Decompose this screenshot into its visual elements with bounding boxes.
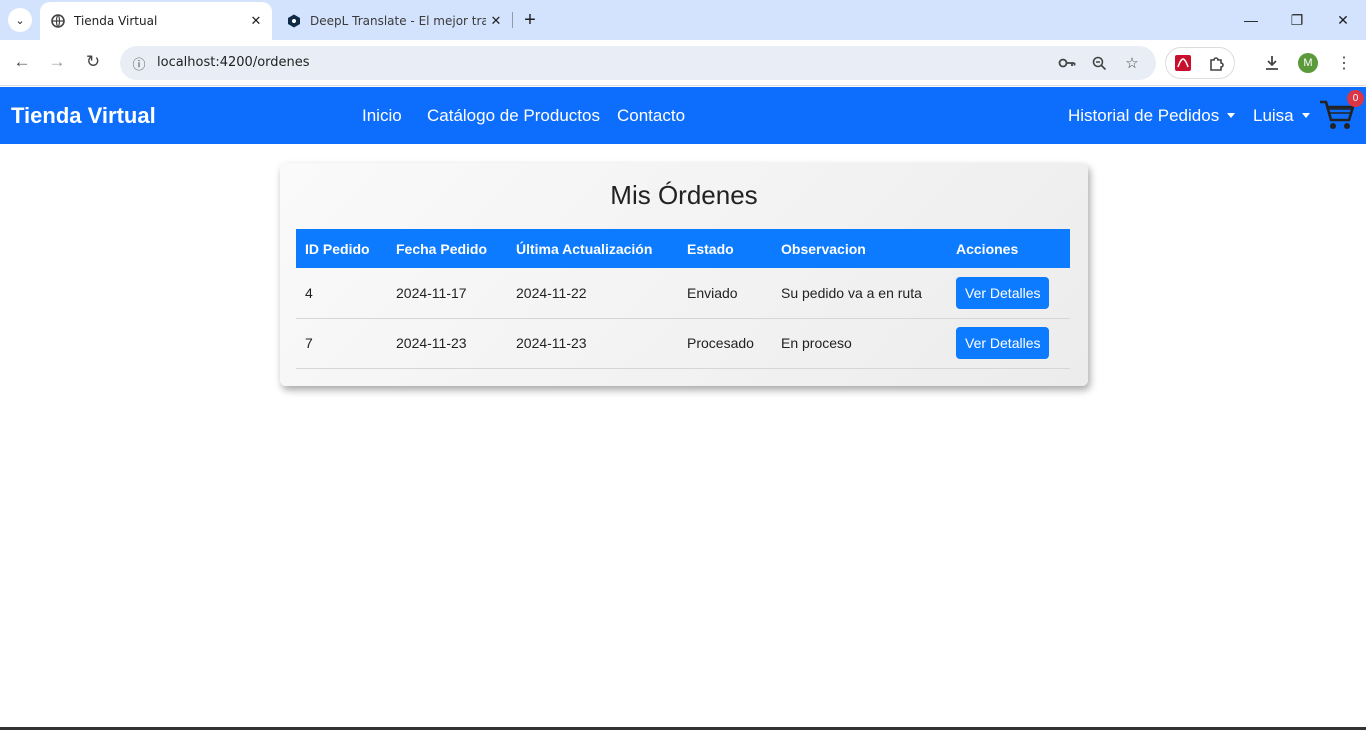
order-updated: 2024-11-23 (507, 318, 678, 369)
tab-separator (512, 12, 513, 28)
tab-title: DeepL Translate - El mejor tradu (310, 14, 486, 28)
tab-search-button[interactable]: ⌄ (8, 8, 32, 32)
actions-cell: Ver Detalles (947, 318, 1070, 369)
tab-tienda-virtual[interactable]: Tienda Virtual ✕ (40, 2, 272, 40)
arrow-left-icon: ← (13, 52, 31, 71)
tab-title: Tienda Virtual (74, 14, 158, 28)
user-dropdown[interactable]: Luisa (1253, 106, 1310, 126)
nav-link-inicio[interactable]: Inicio (362, 106, 402, 126)
close-tab-icon[interactable]: ✕ (246, 11, 266, 31)
order-id: 7 (296, 318, 387, 369)
order-date: 2024-11-23 (387, 318, 507, 369)
order-updated: 2024-11-22 (507, 268, 678, 319)
orders-history-label: Historial de Pedidos (1068, 106, 1220, 125)
orders-history-dropdown[interactable]: Historial de Pedidos (1068, 106, 1236, 126)
order-status: Enviado (678, 268, 772, 319)
column-header: Acciones (947, 229, 1070, 268)
key-icon[interactable] (1056, 52, 1078, 74)
page-title: Mis Órdenes (610, 180, 758, 210)
column-header: ID Pedido (296, 229, 387, 268)
caret-down-icon (1227, 113, 1236, 118)
brand-logo[interactable]: Tienda Virtual (11, 103, 156, 129)
chevron-down-icon: ⌄ (15, 14, 25, 27)
restore-button[interactable]: ❐ (1274, 0, 1320, 40)
browser-toolbar: ← → ↻ ⓘ localhost:4200/ordenes ☆ M ⋮ (0, 40, 1366, 86)
back-button[interactable]: ← (7, 47, 37, 77)
forward-button[interactable]: → (42, 47, 72, 77)
reload-icon: ↻ (85, 52, 101, 71)
globe-icon (50, 13, 66, 29)
column-header: Estado (678, 229, 772, 268)
order-note: Su pedido va a en ruta (772, 268, 947, 319)
address-bar[interactable]: ⓘ localhost:4200/ordenes ☆ (120, 46, 1156, 80)
close-tab-icon[interactable]: ✕ (486, 11, 506, 31)
column-header: Observacion (772, 229, 947, 268)
bookmark-star-icon[interactable]: ☆ (1121, 52, 1143, 74)
user-name-label: Luisa (1253, 106, 1294, 125)
browser-tabstrip: ⌄ Tienda Virtual ✕ DeepL Translate - El … (0, 0, 1366, 40)
view-details-button[interactable]: Ver Detalles (956, 327, 1050, 359)
download-icon[interactable] (1260, 51, 1284, 75)
cart-count-badge: 0 (1347, 90, 1364, 107)
new-tab-button[interactable]: + (518, 8, 542, 32)
minimize-button[interactable]: — (1228, 0, 1274, 40)
tab-deepl[interactable]: DeepL Translate - El mejor tradu ✕ (276, 2, 512, 40)
table-header-row: ID Pedido Fecha Pedido Última Actualizac… (296, 229, 1070, 268)
table-row: 4 2024-11-17 2024-11-22 Enviado Su pedid… (296, 268, 1070, 319)
view-details-button[interactable]: Ver Detalles (956, 276, 1050, 309)
pdf-extension-icon[interactable] (1171, 51, 1195, 75)
actions-cell: Ver Detalles (947, 268, 1070, 319)
profile-avatar[interactable]: M (1298, 53, 1318, 73)
site-info-icon[interactable]: ⓘ (128, 52, 150, 74)
order-status: Procesado (678, 318, 772, 369)
more-menu-icon[interactable]: ⋮ (1332, 51, 1356, 75)
zoom-icon[interactable] (1088, 52, 1110, 74)
arrow-right-icon: → (48, 52, 66, 71)
nav-link-contacto[interactable]: Contacto (617, 106, 685, 126)
extensions-group (1165, 47, 1235, 79)
order-date: 2024-11-17 (387, 268, 507, 319)
column-header: Fecha Pedido (387, 229, 507, 268)
table-row: 7 2024-11-23 2024-11-23 Procesado En pro… (296, 318, 1070, 369)
caret-down-icon (1301, 113, 1310, 118)
order-id: 4 (296, 268, 387, 319)
puzzle-icon[interactable] (1205, 51, 1229, 75)
column-header: Última Actualización (507, 229, 678, 268)
nav-link-catalogo[interactable]: Catálogo de Productos (427, 106, 600, 126)
close-window-button[interactable]: ✕ (1320, 0, 1366, 40)
url-text[interactable]: localhost:4200/ordenes (157, 55, 310, 70)
app-navbar: Tienda Virtual Inicio Catálogo de Produc… (0, 87, 1366, 144)
deepl-icon (286, 13, 302, 29)
reload-button[interactable]: ↻ (78, 47, 108, 77)
orders-card: Mis Órdenes ID Pedido Fecha Pedido Últim… (280, 163, 1088, 386)
orders-table: ID Pedido Fecha Pedido Última Actualizac… (296, 229, 1070, 369)
order-note: En proceso (772, 318, 947, 369)
